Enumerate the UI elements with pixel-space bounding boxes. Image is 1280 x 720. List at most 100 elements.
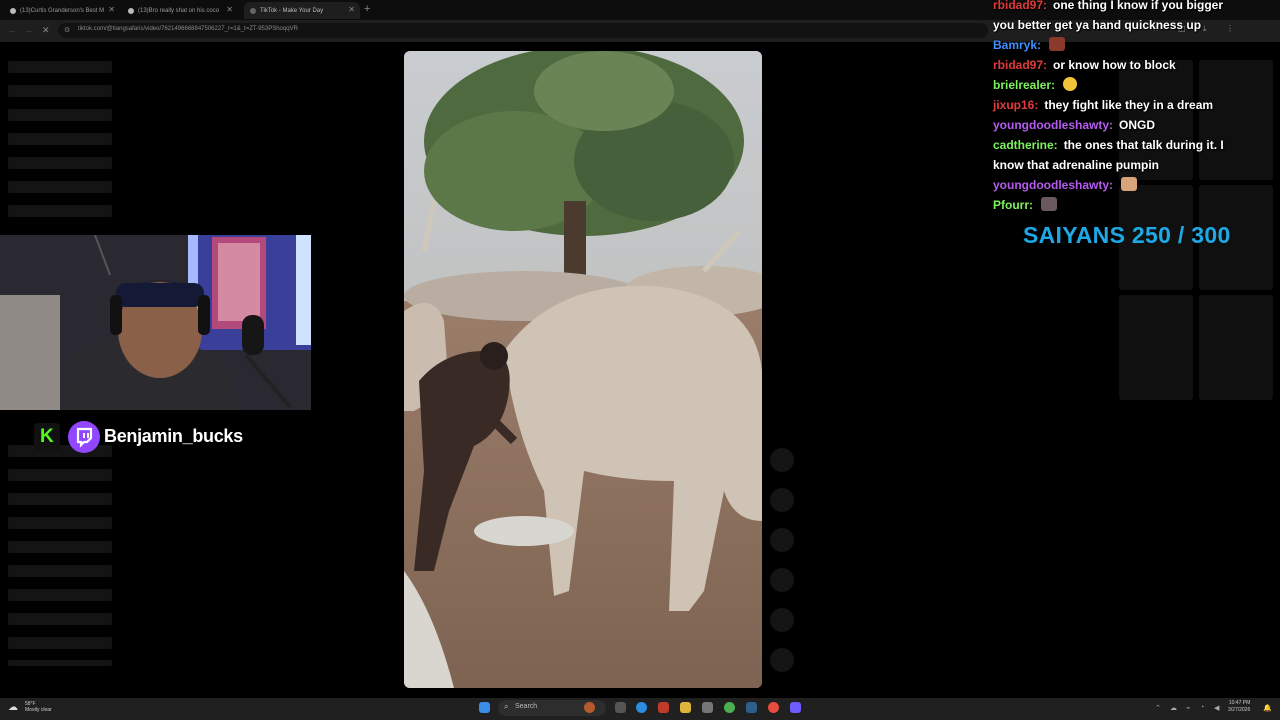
chat-username: rbidad97: [993, 0, 1048, 12]
tab-label: (13)Curtis Granderson's Best M [20, 7, 105, 14]
chat-text: know that adrenaline pumpin [993, 158, 1160, 172]
chat-text: one thing I know if you bigger [1053, 0, 1224, 12]
bookmark-button[interactable] [770, 528, 794, 552]
cat-emote-icon [1041, 197, 1057, 211]
chat-username: youngdoodleshawty: [993, 118, 1113, 132]
weather-icon[interactable]: ☁ [8, 702, 18, 713]
new-tab-button[interactable]: + [364, 3, 370, 15]
stop-loading-icon[interactable]: ✕ [42, 25, 50, 36]
chat-message: youngdoodleshawty: [993, 175, 1137, 195]
chat-text: ONGD [1119, 118, 1155, 132]
skeleton-row [8, 660, 112, 666]
close-tab-icon[interactable]: ✕ [348, 5, 355, 14]
app-icon[interactable] [658, 702, 669, 713]
chat-username: youngdoodleshawty: [993, 178, 1113, 192]
close-tab-icon[interactable]: ✕ [226, 5, 233, 14]
chat-text: the ones that talk during it. I [1063, 138, 1224, 152]
loading-favicon-icon [250, 7, 256, 14]
notification-bell-icon[interactable]: 🔔 [1263, 704, 1272, 712]
chat-message: rbidad97: one thing I know if you bigger [993, 0, 1223, 15]
browser-tab-active[interactable]: TikTok - Make Your Day ✕ [244, 2, 360, 19]
browser-tab-2[interactable]: (13)Bro really shat on his coco ✕ [122, 2, 238, 19]
forward-icon[interactable]: → [24, 25, 33, 35]
chrome-icon[interactable] [724, 702, 735, 713]
like-button[interactable] [770, 448, 794, 472]
chat-text: or know how to block [1053, 58, 1176, 72]
sub-goal-counter: SAIYANS 250 / 300 [1023, 222, 1231, 248]
volume-icon[interactable]: ◀ [1214, 704, 1219, 712]
tiktok-video-player[interactable] [404, 51, 762, 688]
chat-username: brielrealer: [993, 78, 1056, 92]
comment-button[interactable] [770, 488, 794, 512]
more-button[interactable] [770, 648, 794, 672]
chat-username: Bamryk: [993, 38, 1042, 52]
chat-message: Pfourr: [993, 195, 1057, 215]
skeleton-row [8, 85, 112, 97]
chat-username: Pfourr: [993, 198, 1033, 212]
network-icon[interactable]: ⌁ [1186, 704, 1190, 712]
close-tab-icon[interactable]: ✕ [108, 5, 115, 14]
chat-message: jixup16: they fight like they in a dream [993, 95, 1213, 115]
skeleton-card [1119, 295, 1193, 400]
tab-label: TikTok - Make Your Day [260, 7, 324, 14]
chat-message: brielrealer: [993, 75, 1078, 95]
skeleton-row [8, 613, 112, 625]
clock-time: 10:47 PM [1228, 700, 1251, 706]
skeleton-row [8, 109, 112, 121]
discord-icon[interactable] [790, 702, 801, 713]
chat-message: youngdoodleshawty: ONGD [993, 115, 1155, 135]
back-icon[interactable]: ← [8, 25, 17, 35]
search-placeholder: Search [515, 703, 538, 710]
site-info-icon[interactable]: ⚙ [64, 26, 70, 34]
laughing-emoji-icon [1063, 77, 1078, 91]
url-text[interactable]: tiktok.com/@tiangsafaris/video/762149666… [78, 26, 298, 32]
cloud-icon[interactable]: ☁ [1170, 704, 1177, 712]
tiktok-favicon-icon [128, 7, 134, 14]
edge-icon[interactable] [636, 702, 647, 713]
skeleton-row [8, 133, 112, 145]
skeleton-card [1199, 295, 1273, 400]
skeleton-row [8, 493, 112, 505]
steam-icon[interactable] [746, 702, 757, 713]
file-explorer-icon[interactable] [680, 702, 691, 713]
kick-logo-text: K [40, 426, 54, 447]
tray-chevron-icon[interactable]: ⌃ [1155, 704, 1161, 712]
task-view-icon[interactable] [615, 702, 626, 713]
chat-text: you better get ya hand quickness up [993, 18, 1202, 32]
obs-icon[interactable] [768, 702, 779, 713]
skeleton-card [1199, 60, 1273, 180]
settings-icon[interactable] [702, 702, 713, 713]
chat-text: they fight like they in a dream [1044, 98, 1214, 112]
system-clock[interactable]: 10:47 PM 3/27/2026 [1228, 700, 1250, 714]
music-button[interactable] [770, 608, 794, 632]
emote-icon [1049, 37, 1066, 51]
webcam-feed [0, 235, 311, 410]
weather-widget[interactable]: 58°F Mostly clear [25, 701, 52, 713]
kick-logo: K [34, 423, 60, 451]
chat-username: rbidad97: [993, 58, 1048, 72]
skeleton-row [8, 517, 112, 529]
tab-label: (13)Bro really shat on his coco [138, 7, 220, 14]
chat-message: Bamryk: [993, 35, 1066, 55]
menu-icon[interactable]: ⋮ [1226, 25, 1234, 33]
skeleton-row [8, 565, 112, 577]
skeleton-row [8, 181, 112, 193]
wifi-icon[interactable]: ◔ [1200, 704, 1204, 711]
weather-desc: Mostly clear [25, 707, 52, 713]
tiktok-favicon-icon [10, 7, 16, 14]
chat-message: know that adrenaline pumpin [993, 155, 1159, 175]
share-button[interactable] [770, 568, 794, 592]
browser-tab-1[interactable]: (13)Curtis Granderson's Best M ✕ [4, 2, 120, 19]
skeleton-row [8, 541, 112, 553]
chat-message: you better get ya hand quickness up [993, 15, 1201, 35]
windows-start-icon[interactable] [479, 702, 490, 713]
skeleton-row [8, 637, 112, 649]
chat-message: cadtherine: the ones that talk during it.… [993, 135, 1224, 155]
search-highlight-icon[interactable] [584, 702, 595, 713]
emote-icon [1121, 177, 1137, 191]
skeleton-row [8, 205, 112, 217]
streamer-name: Benjamin_bucks [104, 426, 243, 446]
search-icon: ⌕ [504, 702, 509, 711]
download-icon[interactable]: ⤓ [1203, 25, 1211, 33]
skeleton-row [8, 589, 112, 601]
